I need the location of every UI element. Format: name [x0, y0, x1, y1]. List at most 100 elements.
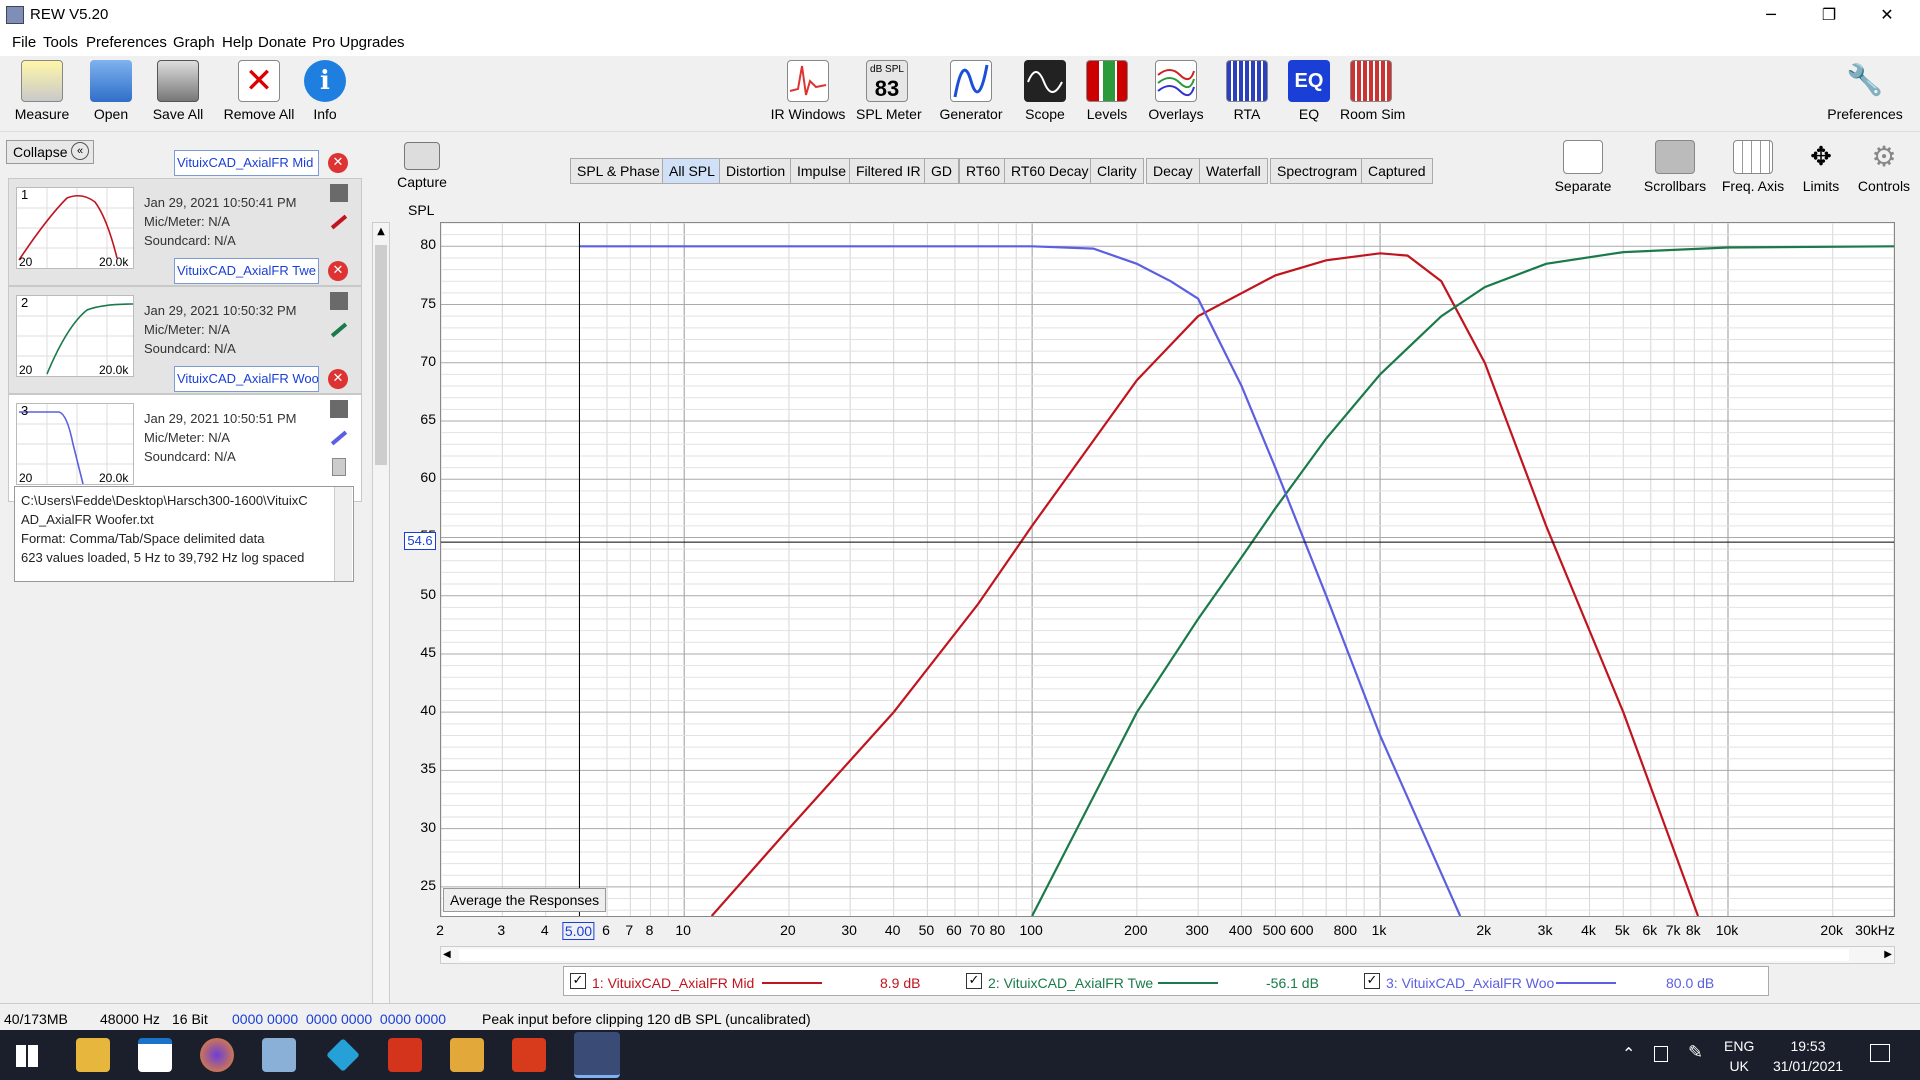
- legend-checkbox-3[interactable]: ✓: [1364, 973, 1380, 989]
- app-icon[interactable]: [388, 1038, 422, 1072]
- tray-clock[interactable]: 19:53 31/01/2021: [1768, 1036, 1848, 1076]
- window-icon[interactable]: [138, 1038, 172, 1072]
- scope-button[interactable]: Scope: [1024, 60, 1066, 122]
- measurement-name-input-2[interactable]: VituixCAD_AxialFR Twe: [174, 258, 319, 284]
- measurement-name-input-1[interactable]: VituixCAD_AxialFR Mid: [174, 150, 319, 176]
- status-memory: 40/173MB: [4, 1011, 68, 1027]
- tab-all-spl[interactable]: All SPL: [662, 158, 722, 184]
- save-measurement-icon[interactable]: [330, 184, 348, 202]
- notifications-icon[interactable]: [1870, 1044, 1890, 1062]
- freq-axis-button[interactable]: Freq. Axis: [1718, 140, 1788, 194]
- measure-button[interactable]: Measure: [10, 60, 74, 122]
- menu-donate[interactable]: Donate: [258, 34, 306, 51]
- save-measurement-icon[interactable]: [330, 292, 348, 310]
- average-responses-button[interactable]: Average the Responses: [443, 888, 607, 912]
- minimize-button[interactable]: ─: [1742, 0, 1800, 30]
- ir-windows-icon: [787, 60, 829, 102]
- tab-decay[interactable]: Decay: [1146, 158, 1200, 184]
- remove-measurement-icon[interactable]: ✕: [328, 261, 348, 281]
- close-button[interactable]: ✕: [1858, 0, 1916, 30]
- scroll-thumb[interactable]: [459, 949, 1849, 961]
- tab-rt60-decay[interactable]: RT60 Decay: [1004, 158, 1096, 184]
- notes-icon[interactable]: [332, 458, 346, 476]
- tab-spl-phase[interactable]: SPL & Phase: [570, 158, 667, 184]
- tray-chevron-icon[interactable]: ⌃: [1622, 1044, 1635, 1063]
- levels-button[interactable]: Levels: [1084, 60, 1130, 122]
- limits-button[interactable]: ✥ Limits: [1796, 140, 1846, 194]
- room-sim-button[interactable]: Room Sim: [1340, 60, 1405, 122]
- info-icon: i: [304, 60, 346, 102]
- scrollbars-button[interactable]: Scrollbars: [1640, 140, 1710, 194]
- menu-tools[interactable]: Tools: [43, 34, 78, 51]
- tray-device-icon[interactable]: [1654, 1046, 1668, 1062]
- restore-button[interactable]: ❐: [1800, 0, 1858, 30]
- tab-spectrogram[interactable]: Spectrogram: [1270, 158, 1365, 184]
- info-button[interactable]: i Info: [304, 60, 346, 122]
- legend-checkbox-1[interactable]: ✓: [570, 973, 586, 989]
- menu-pro-upgrades[interactable]: Pro Upgrades: [312, 34, 405, 51]
- tab-waterfall[interactable]: Waterfall: [1199, 158, 1268, 184]
- tab-distortion[interactable]: Distortion: [719, 158, 793, 184]
- eq-button[interactable]: EQ EQ: [1288, 60, 1330, 122]
- x-tick-label: 70: [969, 922, 986, 938]
- app-icon[interactable]: [262, 1038, 296, 1072]
- list-scrollbar[interactable]: ▲ ▼: [372, 222, 390, 1050]
- save-measurement-icon[interactable]: [330, 400, 348, 418]
- tray-pen-icon[interactable]: ✎: [1688, 1042, 1703, 1063]
- remove-measurement-icon[interactable]: ✕: [328, 369, 348, 389]
- y-tick-label: 40: [420, 702, 436, 719]
- generator-button[interactable]: Generator: [938, 60, 1004, 122]
- controls-button[interactable]: ⚙ Controls: [1854, 140, 1914, 194]
- spl-meter-button[interactable]: dB SPL 83 SPL Meter: [856, 60, 922, 122]
- file-explorer-icon[interactable]: [76, 1038, 110, 1072]
- notes-line: AD_AxialFR Woofer.txt: [21, 512, 154, 527]
- save-all-label: Save All: [152, 106, 204, 122]
- app-icon[interactable]: [450, 1038, 484, 1072]
- menu-preferences[interactable]: Preferences: [86, 34, 167, 51]
- tab-gd[interactable]: GD: [924, 158, 959, 184]
- tab-clarity[interactable]: Clarity: [1090, 158, 1144, 184]
- preferences-button[interactable]: 🔧 Preferences: [1824, 60, 1906, 122]
- legend-checkbox-2[interactable]: ✓: [966, 973, 982, 989]
- save-all-button[interactable]: Save All: [148, 60, 208, 122]
- kodi-icon[interactable]: [326, 1038, 360, 1072]
- y-tick-label: 65: [420, 411, 436, 427]
- ir-windows-button[interactable]: IR Windows: [770, 60, 846, 122]
- x-tick-label: 6k: [1642, 922, 1658, 938]
- measurement-name-input-3[interactable]: VituixCAD_AxialFR Woo: [174, 366, 319, 392]
- tab-impulse[interactable]: Impulse: [790, 158, 854, 184]
- legend-line-1: [762, 982, 822, 984]
- measurement-notes[interactable]: C:\Users\Fedde\Desktop\Harsch300-1600\Vi…: [14, 486, 354, 582]
- tab-rt60[interactable]: RT60: [959, 158, 1007, 184]
- spl-graph[interactable]: Average the Responses: [440, 222, 1895, 917]
- remove-all-button[interactable]: ✕ Remove All: [222, 60, 296, 122]
- tray-language[interactable]: ENG UK: [1724, 1036, 1754, 1076]
- levels-label: Levels: [1086, 106, 1128, 122]
- app-icon[interactable]: [512, 1038, 546, 1072]
- windows-start-icon[interactable]: [16, 1045, 38, 1067]
- notes-scrollbar[interactable]: [334, 487, 352, 581]
- separate-button[interactable]: Separate: [1548, 140, 1618, 194]
- scroll-left-icon[interactable]: ◀: [443, 947, 451, 963]
- menu-graph[interactable]: Graph: [173, 34, 215, 51]
- scroll-up-icon[interactable]: ▲: [373, 223, 389, 241]
- series-line-2: [1031, 245, 1894, 916]
- rew-taskbar-icon[interactable]: [574, 1032, 620, 1078]
- capture-button[interactable]: Capture: [394, 142, 450, 190]
- x-tick-label: 800: [1333, 922, 1358, 938]
- open-button[interactable]: Open: [86, 60, 136, 122]
- tab-captured[interactable]: Captured: [1361, 158, 1433, 184]
- menu-file[interactable]: File: [12, 34, 36, 51]
- rta-button[interactable]: RTA: [1226, 60, 1268, 122]
- overlays-button[interactable]: Overlays: [1146, 60, 1206, 122]
- scroll-right-icon[interactable]: ▶: [1884, 947, 1892, 963]
- firefox-icon[interactable]: [200, 1038, 234, 1072]
- y-tick-label: 45: [420, 643, 436, 660]
- graph-horizontal-scrollbar[interactable]: ◀ ▶: [440, 946, 1895, 964]
- collapse-button[interactable]: Collapse «: [6, 140, 94, 164]
- scroll-thumb[interactable]: [375, 245, 387, 465]
- collapse-chevron-icon: «: [71, 142, 89, 160]
- tab-filtered-ir[interactable]: Filtered IR: [849, 158, 928, 184]
- menu-help[interactable]: Help: [222, 34, 253, 51]
- remove-measurement-icon[interactable]: ✕: [328, 153, 348, 173]
